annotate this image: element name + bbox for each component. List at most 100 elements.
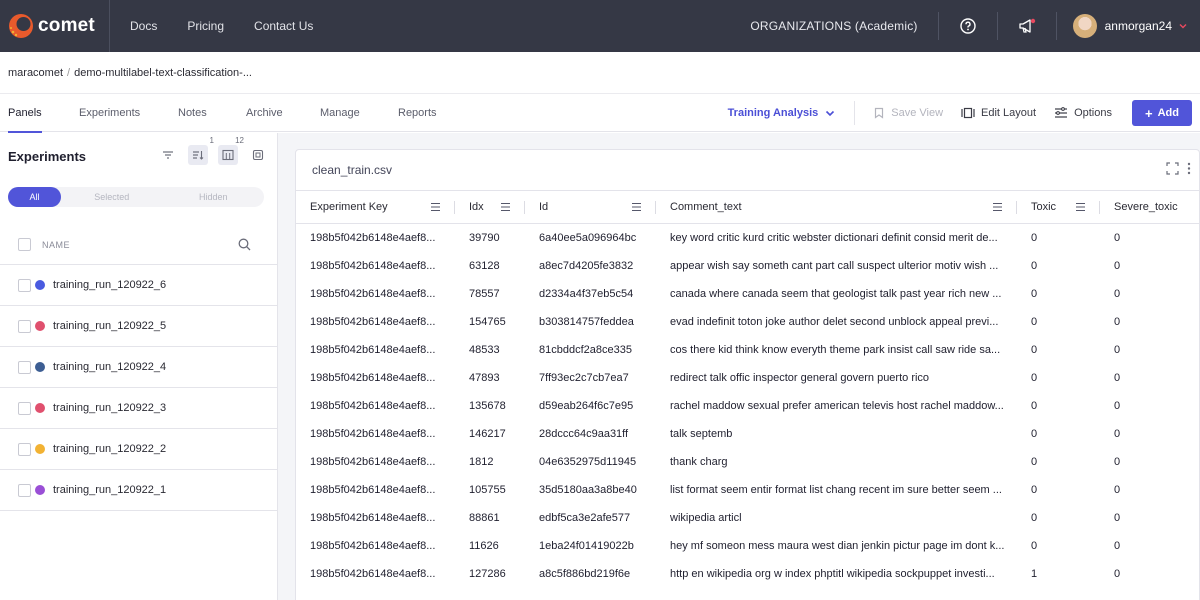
- sidebar-title: Experiments: [8, 148, 87, 164]
- filter-all[interactable]: All: [8, 187, 61, 207]
- experiment-row[interactable]: training_run_120922_6: [0, 265, 277, 306]
- tab-experiments[interactable]: Experiments: [79, 94, 140, 132]
- help-button[interactable]: [939, 0, 997, 52]
- table-row[interactable]: 198b5f042b6148e4aef8... 48533 81cbddcf2a8c…: [296, 336, 1199, 364]
- column-header[interactable]: Experiment Key: [296, 190, 455, 224]
- edit-layout-label: Edit Layout: [981, 107, 1037, 119]
- table-row[interactable]: 198b5f042b6148e4aef8... 63128 a8ec7d4205fe…: [296, 252, 1199, 280]
- table-row[interactable]: 198b5f042b6148e4aef8... 1812 04e6352975d11…: [296, 448, 1199, 476]
- edit-layout-button[interactable]: Edit Layout: [961, 107, 1036, 119]
- table-cell: 198b5f042b6148e4aef8...: [310, 483, 436, 496]
- column-menu-icon[interactable]: [992, 202, 1003, 212]
- breadcrumb: maracomet / demo-multilabel-text-classif…: [0, 52, 1200, 94]
- table-row[interactable]: 198b5f042b6148e4aef8... 135678 d59eab264f6…: [296, 392, 1199, 420]
- table-row[interactable]: 198b5f042b6148e4aef8... 39790 6a40ee5a0969…: [296, 224, 1199, 252]
- table-cell: 0: [1114, 483, 1121, 496]
- column-header[interactable]: Comment_text: [656, 190, 1017, 224]
- table-cell: 0: [1114, 427, 1121, 440]
- table-cell: b303814757feddea: [539, 315, 634, 328]
- table-cell: canada where canada seem that geologist …: [670, 287, 1002, 300]
- table-row[interactable]: 198b5f042b6148e4aef8... 78557 d2334a4f37eb…: [296, 280, 1199, 308]
- fullscreen-button[interactable]: [1166, 162, 1179, 175]
- table-cell: wikipedia articl: [670, 511, 742, 524]
- nav-docs-link[interactable]: Docs: [130, 19, 157, 33]
- column-header-label: Severe_toxic: [1114, 201, 1178, 213]
- table-row[interactable]: 198b5f042b6148e4aef8... 127286 a8c5f886bd2…: [296, 560, 1199, 588]
- panel-menu-button[interactable]: [1187, 162, 1191, 175]
- experiment-checkbox[interactable]: [18, 319, 31, 333]
- table-row[interactable]: 198b5f042b6148e4aef8... 88861 edbf5ca3e2af…: [296, 504, 1199, 532]
- tab-manage[interactable]: Manage: [320, 94, 360, 132]
- tab-notes[interactable]: Notes: [178, 94, 207, 132]
- plus-icon: +: [1145, 105, 1153, 121]
- table-cell: talk septemb: [670, 427, 733, 440]
- sort-button[interactable]: 1: [188, 136, 214, 165]
- experiment-row[interactable]: training_run_120922_1: [0, 470, 277, 511]
- comet-logo[interactable]: comet: [0, 0, 110, 52]
- select-all-checkbox[interactable]: [18, 238, 31, 251]
- experiment-row[interactable]: training_run_120922_5: [0, 306, 277, 347]
- table-cell: 135678: [469, 399, 506, 412]
- column-menu-icon[interactable]: [1075, 202, 1086, 212]
- search-icon[interactable]: [238, 238, 251, 251]
- nav-contact-link[interactable]: Contact Us: [254, 19, 313, 33]
- table-cell: 198b5f042b6148e4aef8...: [310, 567, 436, 580]
- column-menu-icon[interactable]: [430, 202, 441, 212]
- announcements-button[interactable]: [998, 0, 1056, 52]
- user-menu[interactable]: anmorgan24: [1057, 14, 1200, 38]
- experiment-checkbox[interactable]: [18, 360, 31, 374]
- organization-switcher[interactable]: ORGANIZATIONS (Academic): [750, 19, 937, 33]
- table-cell: 0: [1031, 315, 1038, 328]
- options-icon: [1055, 107, 1068, 118]
- table-cell: 1812: [469, 455, 494, 468]
- table-cell: 0: [1114, 567, 1121, 580]
- experiment-checkbox[interactable]: [18, 483, 31, 497]
- add-panel-button[interactable]: + Add: [1132, 100, 1192, 126]
- panels-area: clean_train.csv Experiment Key Idx Id Com: [278, 133, 1200, 600]
- column-menu-icon[interactable]: [500, 202, 511, 212]
- filter-icon: [163, 151, 173, 159]
- tab-reports[interactable]: Reports: [398, 94, 437, 132]
- experiment-row[interactable]: training_run_120922_3: [0, 388, 277, 429]
- table-cell: 78557: [469, 287, 500, 300]
- save-view-button[interactable]: Save View: [873, 107, 943, 119]
- table-row[interactable]: 198b5f042b6148e4aef8... 154765 b303814757f…: [296, 308, 1199, 336]
- tab-archive[interactable]: Archive: [246, 94, 283, 132]
- bookmark-icon: [875, 107, 884, 119]
- breadcrumb-project[interactable]: demo-multilabel-text-classification-...: [74, 67, 252, 79]
- view-select[interactable]: Training Analysis: [728, 101, 856, 125]
- megaphone-icon: [1018, 18, 1035, 33]
- column-menu-icon[interactable]: [631, 202, 642, 212]
- filter-hidden[interactable]: Hidden: [163, 187, 265, 207]
- table-row[interactable]: 198b5f042b6148e4aef8... 105755 35d5180aa3a…: [296, 476, 1199, 504]
- tab-panels[interactable]: Panels: [8, 94, 42, 133]
- filter-button[interactable]: [158, 145, 178, 165]
- table-cell: 0: [1031, 455, 1038, 468]
- table-row[interactable]: 198b5f042b6148e4aef8... 146217 28dccc64c9a…: [296, 420, 1199, 448]
- panel-tools: [1158, 162, 1191, 175]
- breadcrumb-workspace[interactable]: maracomet: [8, 67, 63, 79]
- username: anmorgan24: [1104, 19, 1172, 33]
- filter-selected[interactable]: Selected: [61, 187, 163, 207]
- experiment-checkbox[interactable]: [18, 442, 31, 456]
- experiment-row[interactable]: training_run_120922_4: [0, 347, 277, 388]
- more-vertical-icon: [1187, 162, 1191, 175]
- column-header[interactable]: Toxic: [1017, 190, 1100, 224]
- experiment-checkbox[interactable]: [18, 401, 31, 415]
- column-header[interactable]: Severe_toxic: [1100, 190, 1199, 224]
- columns-button[interactable]: 12: [218, 136, 244, 165]
- options-button[interactable]: Options: [1054, 107, 1112, 119]
- column-header-label: Comment_text: [670, 201, 742, 213]
- column-header[interactable]: Idx: [455, 190, 525, 224]
- sidebar-tools: 1 12: [148, 136, 268, 165]
- table-row[interactable]: 198b5f042b6148e4aef8... 11626 1eba24f01419…: [296, 532, 1199, 560]
- table-cell: 1: [1031, 567, 1038, 580]
- table-row[interactable]: 198b5f042b6148e4aef8... 47893 7ff93ec2c7cb…: [296, 364, 1199, 392]
- experiment-checkbox[interactable]: [18, 278, 31, 292]
- column-header[interactable]: Id: [525, 190, 656, 224]
- nav-pricing-link[interactable]: Pricing: [187, 19, 224, 33]
- view-select-label: Training Analysis: [727, 107, 819, 119]
- experiment-color-dot: [35, 444, 45, 454]
- experiment-row[interactable]: training_run_120922_2: [0, 429, 277, 470]
- group-button[interactable]: [248, 145, 268, 165]
